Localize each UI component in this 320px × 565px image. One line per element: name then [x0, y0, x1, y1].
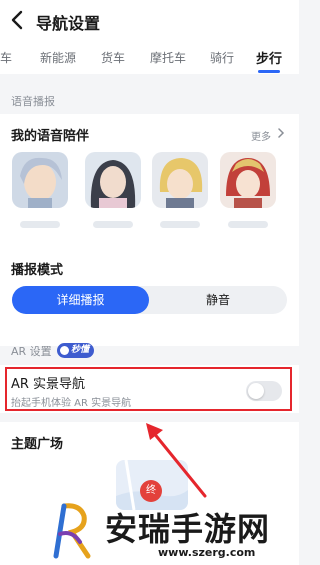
destination-pin-icon: 终: [140, 480, 162, 502]
more-link[interactable]: 更多: [251, 128, 271, 143]
mode-detailed-button[interactable]: 详细播报: [12, 286, 149, 314]
tab-cycling[interactable]: 骑行: [210, 49, 234, 66]
voice-name-3: [160, 221, 200, 228]
watermark-url: www.szerg.com: [158, 546, 256, 559]
voice-name-1: [20, 221, 60, 228]
voice-name-2: [93, 221, 133, 228]
page-title: 导航设置: [36, 14, 101, 33]
mode-mute-button[interactable]: 静音: [149, 286, 287, 314]
site-watermark: 安瑞手游网 www.szerg.com: [50, 502, 295, 562]
voice-companion-title: 我的语音陪伴: [11, 129, 90, 144]
voice-name-4: [228, 221, 268, 228]
tab-bus[interactable]: 客车: [0, 49, 12, 66]
ar-badge-label: 秒懂: [71, 345, 90, 355]
header-bar: 导航设置: [0, 0, 299, 40]
tab-new-energy[interactable]: 新能源: [40, 49, 76, 66]
ar-quick-guide-badge[interactable]: 秒懂: [57, 343, 95, 358]
play-icon: [60, 346, 69, 355]
voice-avatar-4[interactable]: [220, 152, 276, 208]
watermark-name: 安瑞手游网: [105, 510, 271, 548]
theme-square-title: 主题广场: [11, 437, 64, 452]
voice-avatar-2[interactable]: [85, 152, 141, 208]
ar-section-label: AR 设置: [11, 345, 52, 358]
annotation-highlight-box: [5, 367, 292, 411]
tab-truck[interactable]: 货车: [101, 49, 125, 66]
vehicle-tabs: 客车 新能源 货车 摩托车 骑行 步行: [0, 40, 299, 74]
active-tab-indicator: [258, 70, 280, 73]
tab-walking[interactable]: 步行: [256, 48, 282, 67]
voice-avatar-1[interactable]: [12, 152, 68, 208]
watermark-logo-icon: [53, 503, 91, 559]
voice-avatar-3[interactable]: [152, 152, 208, 208]
back-arrow-icon[interactable]: [8, 9, 28, 31]
tab-motorcycle[interactable]: 摩托车: [150, 49, 186, 66]
chevron-right-icon[interactable]: [277, 128, 285, 138]
voice-section-label: 语音播报: [11, 95, 55, 108]
broadcast-mode-title: 播报模式: [11, 263, 64, 278]
broadcast-mode-segmented-control: 详细播报 静音: [12, 286, 287, 314]
